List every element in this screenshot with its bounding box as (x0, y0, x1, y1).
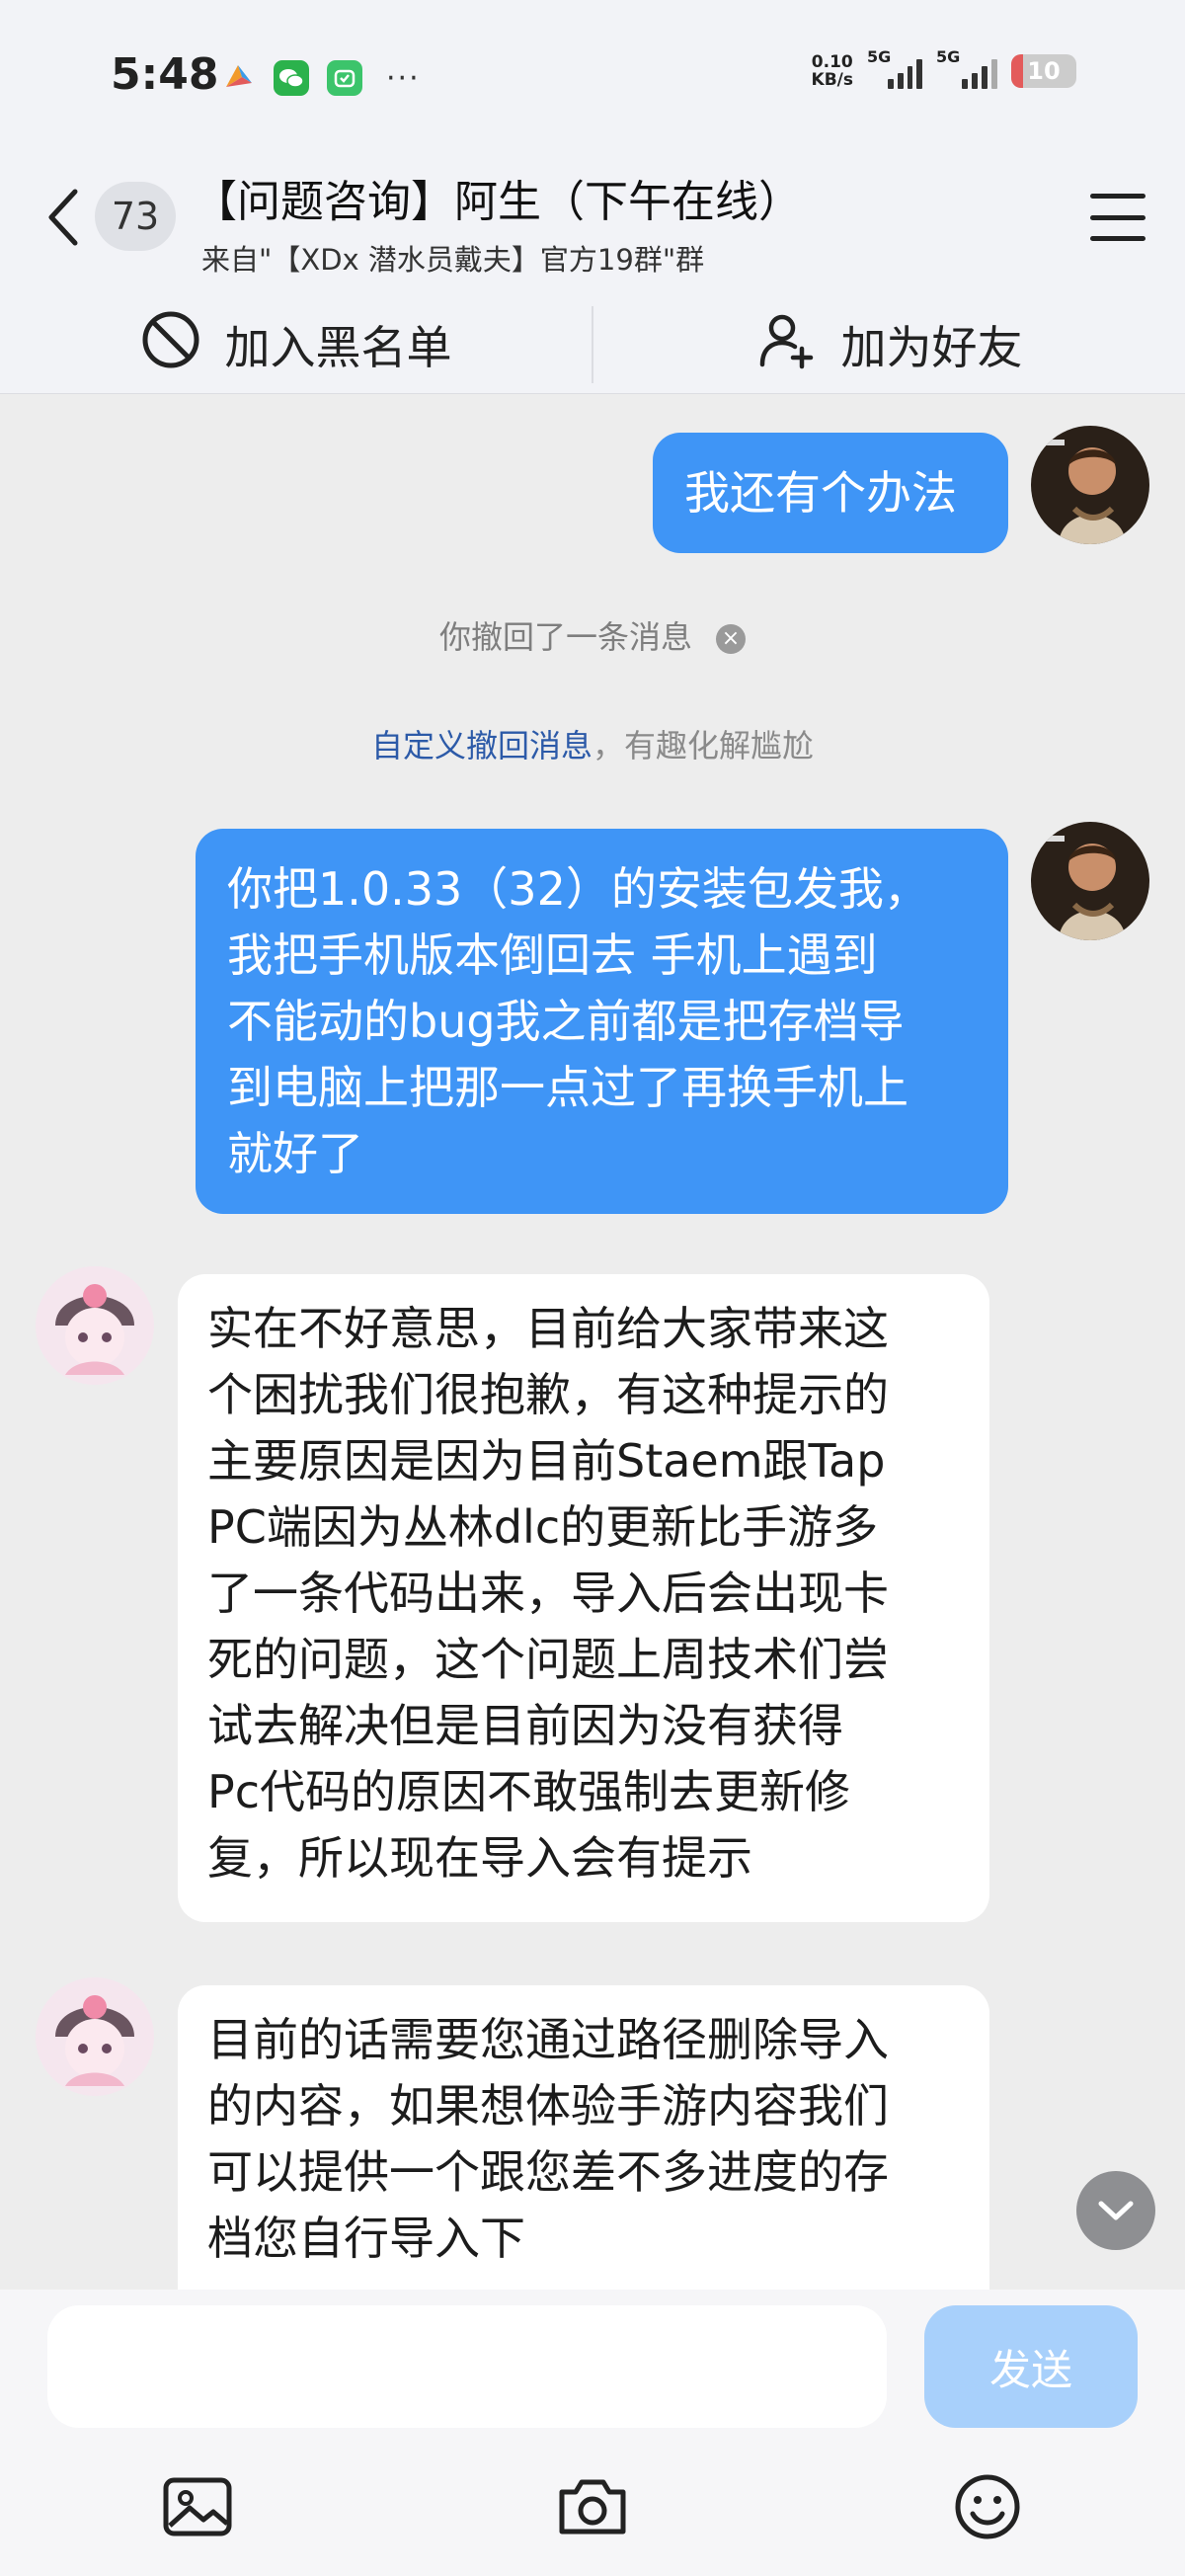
message-line: 的内容，如果想体验手游内容我们 (207, 2079, 889, 2133)
network-speed-unit: KB/s (811, 70, 853, 90)
status-bar: 5:48 ··· 0.10 KB/s 5G 5G 10 (0, 0, 1185, 148)
message-line: 死的问题，这个问题上周技术们尝 (207, 1633, 889, 1686)
add-friend-label: 加为好友 (840, 321, 1023, 374)
message-line: 实在不好意思，目前给大家带来这 (207, 1302, 889, 1355)
mi-app-icon (327, 60, 362, 96)
status-right: 0.10 KB/s 5G 5G 10 (812, 47, 1076, 89)
network-speed: 0.10 KB/s (812, 53, 853, 89)
emoji-icon[interactable] (938, 2457, 1037, 2556)
message-line: 目前的话需要您通过路径删除导入 (207, 2013, 889, 2066)
scroll-to-bottom-button[interactable] (1076, 2171, 1155, 2250)
close-icon[interactable]: × (716, 624, 746, 654)
message-line: 个困扰我们很抱歉，有这种提示的 (207, 1368, 889, 1421)
menu-icon[interactable] (1090, 194, 1146, 241)
message-line: 到电脑上把那一点过了再换手机上 (227, 1061, 908, 1114)
network-speed-value: 0.10 (811, 52, 853, 72)
signal-2-label: 5G (936, 47, 961, 66)
signal-2-icon: 5G (936, 47, 997, 89)
message-line: PC端因为丛林dlc的更新比手游多 (207, 1500, 879, 1554)
unread-count-badge[interactable]: 73 (95, 182, 176, 251)
status-time: 5:48 (111, 49, 219, 100)
recall-tip: 自定义撤回消息，有趣化解尴尬 (0, 721, 1185, 766)
add-friend-button[interactable]: 加为好友 (593, 296, 1185, 393)
message-line: 你把1.0.33（32）的安装包发我， (227, 862, 929, 916)
contact-avatar[interactable] (36, 1977, 154, 2096)
battery-icon: 10 (1011, 54, 1076, 88)
signal-1-icon: 5G (867, 47, 923, 89)
my-avatar[interactable] (1031, 426, 1149, 544)
recall-notice: 你撤回了一条消息 × (0, 612, 1185, 658)
signal-1-label: 5G (867, 47, 892, 66)
wechat-icon (274, 60, 309, 96)
add-to-blacklist-label: 加入黑名单 (224, 321, 452, 374)
message-line: 就好了 (227, 1127, 363, 1180)
more-dots-icon: ··· (386, 60, 421, 96)
recall-tip-text: ，有趣化解尴尬 (592, 727, 815, 765)
chat-header: 73 【问题咨询】阿生（下午在线） 来自"【XDx 潜水员戴夫】官方19群"群 (0, 148, 1185, 296)
image-icon[interactable] (148, 2457, 247, 2556)
incoming-message-bubble[interactable]: 目前的话需要您通过路径删除导入 的内容，如果想体验手游内容我们 可以提供一个跟您… (178, 1985, 989, 2290)
recall-text: 你撤回了一条消息 (438, 618, 692, 656)
chat-message-list[interactable]: 我还有个办法 你撤回了一条消息 × 自定义撤回消息，有趣化解尴尬 你把1.0.33… (0, 393, 1185, 2290)
battery-level: 10 (1027, 57, 1061, 85)
add-user-icon (756, 309, 818, 381)
block-icon (140, 309, 201, 381)
send-button[interactable]: 发送 (924, 2305, 1138, 2428)
message-text: 我还有个办法 (684, 466, 957, 520)
chat-subtitle: 来自"【XDx 潜水员戴夫】官方19群"群 (201, 243, 705, 277)
chevron-down-icon (1098, 2201, 1134, 2220)
message-line: 复，所以现在导入会有提示 (207, 1831, 752, 1885)
status-app-icons: ··· (222, 59, 421, 97)
weather-icon (222, 59, 256, 97)
outgoing-message-bubble[interactable]: 你把1.0.33（32）的安装包发我， 我把手机版本倒回去 手机上遇到 不能动的… (196, 829, 1008, 1214)
message-input[interactable] (47, 2305, 887, 2428)
message-line: 主要原因是因为目前Staem跟Tap (207, 1434, 886, 1488)
camera-icon[interactable] (543, 2457, 642, 2556)
incoming-message-bubble[interactable]: 实在不好意思，目前给大家带来这 个困扰我们很抱歉，有这种提示的 主要原因是因为目… (178, 1274, 989, 1922)
message-line: Pc代码的原因不敢强制去更新修 (207, 1765, 851, 1818)
message-line: 我把手机版本倒回去 手机上遇到 (227, 928, 878, 982)
back-arrow-icon[interactable] (38, 180, 87, 255)
message-line: 了一条代码出来，导入后会出现卡 (207, 1567, 889, 1620)
outgoing-message-bubble[interactable]: 我还有个办法 (653, 433, 1008, 553)
contact-avatar[interactable] (36, 1266, 154, 1385)
my-avatar[interactable] (1031, 822, 1149, 940)
message-line: 试去解决但是目前因为没有获得 (207, 1699, 843, 1752)
input-tool-row (0, 2457, 1185, 2556)
add-to-blacklist-button[interactable]: 加入黑名单 (0, 296, 592, 393)
message-line: 不能动的bug我之前都是把存档导 (227, 995, 905, 1048)
input-bar: 发送 (0, 2290, 1185, 2576)
message-line: 可以提供一个跟您差不多进度的存 (207, 2145, 889, 2199)
message-line: 档您自行导入下 (207, 2212, 525, 2265)
chat-title: 【问题咨询】阿生（下午在线） (194, 177, 802, 227)
custom-recall-link[interactable]: 自定义撤回消息 (371, 727, 592, 765)
stranger-action-bar: 加入黑名单 加为好友 (0, 296, 1185, 394)
